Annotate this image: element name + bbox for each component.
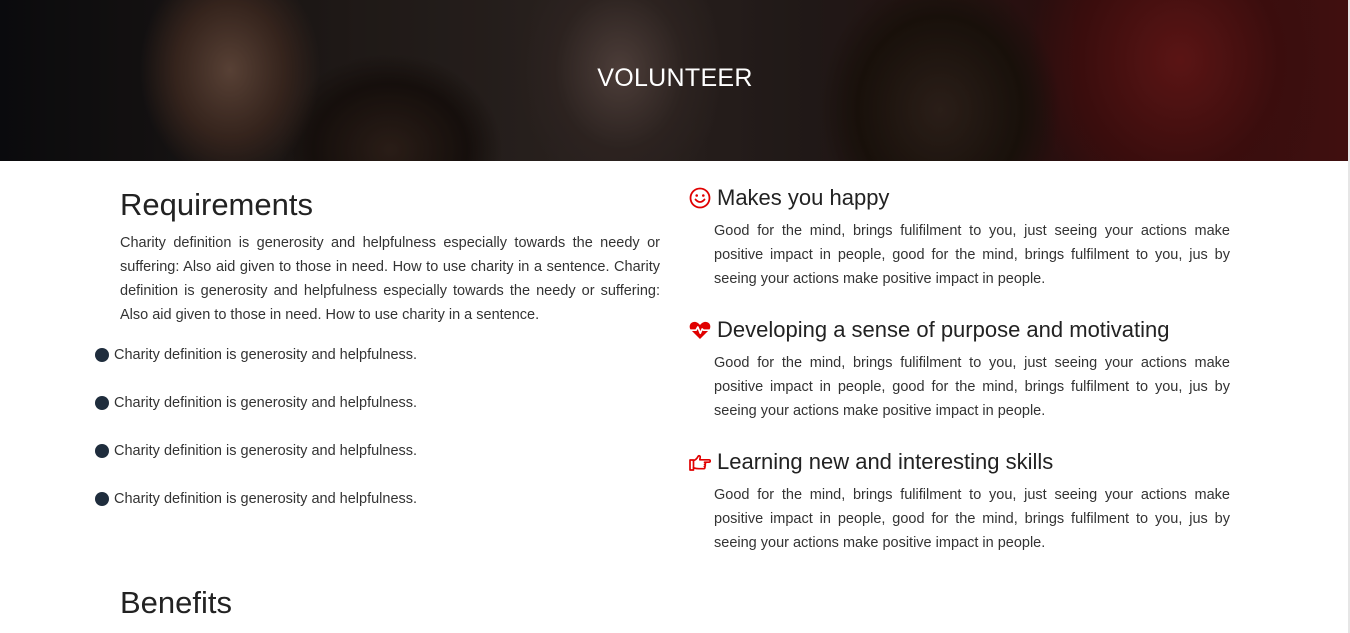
hand-pointer-icon: [689, 454, 712, 471]
bullet-icon: [95, 348, 109, 362]
list-item: Charity definition is generosity and hel…: [95, 439, 417, 463]
benefit-header: Makes you happy: [688, 183, 1233, 213]
bullet-icon: [95, 444, 109, 458]
benefit-item-skills: Learning new and interesting skills Good…: [688, 447, 1233, 555]
requirements-paragraph: Charity definition is generosity and hel…: [120, 235, 660, 323]
requirements-heading: Requirements: [120, 187, 313, 222]
heartbeat-icon: [689, 321, 711, 339]
list-item: Charity definition is generosity and hel…: [95, 343, 417, 367]
benefit-title: Learning new and interesting skills: [717, 449, 1054, 474]
bullet-icon: [95, 492, 109, 506]
benefit-text: Good for the mind, brings fulifilment to…: [714, 487, 1230, 551]
benefit-item-purpose: Developing a sense of purpose and motiva…: [688, 315, 1233, 423]
list-item: Charity definition is generosity and hel…: [95, 487, 417, 511]
list-item-text: Charity definition is generosity and hel…: [114, 443, 418, 459]
hero-banner: VOLUNTEER: [0, 0, 1350, 161]
list-item-text: Charity definition is generosity and hel…: [114, 395, 418, 411]
smiley-icon: [689, 187, 711, 209]
benefits-heading: Benefits: [120, 585, 233, 620]
benefit-text: Good for the mind, brings fulifilment to…: [714, 223, 1230, 287]
benefit-text: Good for the mind, brings fulifilment to…: [714, 355, 1230, 419]
list-item-text: Charity definition is generosity and hel…: [114, 347, 418, 363]
bullet-icon: [95, 396, 109, 410]
benefit-item-happy: Makes you happy Good for the mind, bring…: [688, 183, 1233, 291]
requirements-list: Charity definition is generosity and hel…: [95, 343, 417, 535]
benefit-header: Learning new and interesting skills: [688, 447, 1233, 477]
benefit-header: Developing a sense of purpose and motiva…: [688, 315, 1233, 345]
list-item: Charity definition is generosity and hel…: [95, 391, 417, 415]
benefit-title: Makes you happy: [717, 185, 890, 210]
list-item-text: Charity definition is generosity and hel…: [114, 491, 418, 507]
page-title: VOLUNTEER: [597, 64, 753, 92]
benefit-title: Developing a sense of purpose and motiva…: [717, 317, 1170, 342]
